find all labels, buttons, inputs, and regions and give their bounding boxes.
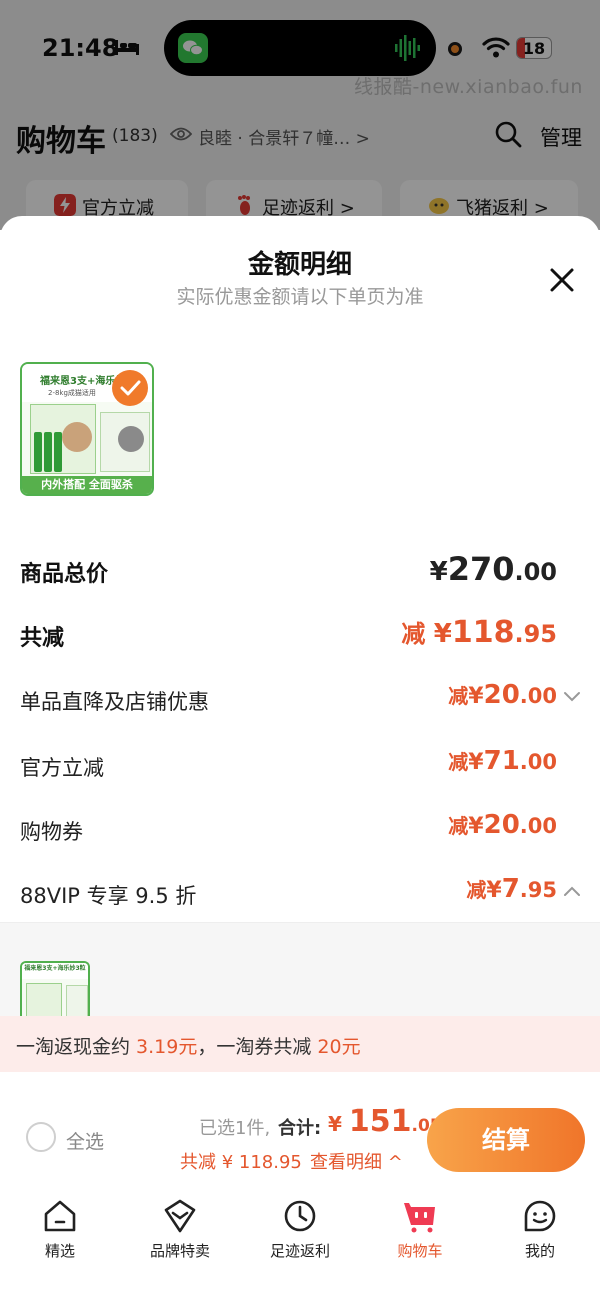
amount-decimal: .00 [519,684,557,708]
thumb-footer-banner: 内外搭配 全面驱杀 [22,476,152,494]
sheet-title: 金额明细 [247,250,352,280]
thumb-product-subtitle: 2-8kg成猫适用 [48,389,96,397]
select-all-label[interactable]: 全选 [66,1127,104,1154]
product-mini-thumbnail: 福来恩3支+海乐妙3粒 [20,961,90,1021]
row-store-discount[interactable]: 单品直降及店铺优惠 减¥20.00 [0,680,600,724]
tab-footprint[interactable]: 足迹返利 [240,1198,360,1268]
cashback-text-part: ，一淘券共减 [197,1036,318,1058]
vip-item-detail: 福来恩3支+海乐妙3粒 [0,922,600,1021]
tab-label: 足迹返利 [269,1242,330,1260]
row-label: 商品总价 [20,562,109,587]
row-label: 共减 [20,626,65,651]
row-official-discount: 官方立减 减¥71.00 [0,746,600,790]
home-icon [44,1200,76,1232]
discount-prefix: 减 [448,684,469,708]
row-subtotal: 商品总价 ¥270.00 [0,550,600,594]
official-discount-value: 减¥71.00 [448,746,557,776]
amount-integer: 20 [483,810,520,840]
mini-thumb-title: 福来恩3支+海乐妙3粒 [22,963,88,979]
tab-profile[interactable]: 我的 [480,1198,600,1268]
cashback-amount: 3.19元 [136,1036,198,1058]
checkout-bar: 全选 已选1件, 合计: ¥ 151.05 共减 ¥ 118.95 查看明细 ^… [0,1072,600,1176]
row-shopping-voucher: 购物券 减¥20.00 [0,810,600,854]
store-discount-value: 减¥20.00 [448,680,557,710]
voucher-discount-value: 减¥20.00 [448,810,557,840]
view-detail-link[interactable]: 查看明细 ^ [310,1148,403,1174]
amount-integer: 20 [483,680,520,710]
row-label: 官方立减 [20,756,104,780]
tab-featured[interactable]: 精选 [0,1198,120,1268]
currency-symbol: ¥ [468,750,484,775]
product-tube-image [54,432,62,472]
cat-image [62,422,92,452]
bottom-tab-bar: 精选 品牌特卖 足迹返利 购物车 我的 [0,1176,600,1304]
amount-integer: 151 [348,1104,412,1139]
row-88vip-discount[interactable]: 88VIP 专享 9.5 折 减¥7.95 [0,874,600,918]
product-thumbnail[interactable]: 福来恩3支+海乐妙3 2-8kg成猫适用 内外搭配 全面驱杀 [20,362,154,496]
chevron-up-icon[interactable] [562,884,582,898]
cashback-text: 一淘返现金约 3.19元，一淘券共减 20元 [16,1032,361,1059]
amount-integer: 71 [483,746,520,776]
tab-label: 精选 [44,1242,75,1260]
product-tube-image [44,432,52,472]
discount-prefix: 减 [401,620,434,648]
amount-integer: 7 [501,874,520,904]
profile-icon [524,1200,556,1232]
discount-prefix: 减 [448,750,469,774]
amount-decimal: .00 [514,558,557,586]
discount-prefix: 减 [448,814,469,838]
currency-symbol: ¥ [468,814,484,839]
product-box-image [26,983,62,1019]
total-label: 合计: [278,1118,322,1139]
amount-integer: 118 [451,615,515,650]
selected-count: 已选1件, [199,1118,271,1139]
amount-decimal: .00 [519,814,557,838]
currency-symbol: ¥ [433,619,452,649]
currency-symbol: ¥ [429,557,448,587]
chevron-down-icon[interactable] [562,690,582,704]
row-label: 88VIP 专享 9.5 折 [20,884,197,908]
currency-symbol: ¥ [486,878,502,903]
product-box-image [66,985,88,1017]
currency-symbol: ¥ [468,684,484,709]
cart-icon [404,1203,435,1233]
amount-integer: 270 [447,550,515,588]
row-total-discount: 共减 减 ¥118.95 [0,614,600,658]
discount-prefix: 减 [466,878,487,902]
vip-discount-value: 减¥7.95 [466,874,557,904]
currency-symbol: ¥ [328,1112,349,1136]
checkout-button[interactable]: 结算 [427,1108,585,1172]
amount-detail-sheet: 金额明细 实际优惠金额请以下单页为准 福来恩3支+海乐妙3 2-8kg成猫适用 … [0,216,600,1304]
cashback-text-part: 一淘返现金约 [16,1036,137,1058]
amount-decimal: .95 [514,620,557,648]
amount-decimal: .00 [519,750,557,774]
heart-badge-icon [164,1199,196,1233]
cat-image [118,426,144,452]
modal-overlay[interactable] [0,0,600,230]
tab-brand-sale[interactable]: 品牌特卖 [120,1198,240,1268]
total-discount-value: 减 ¥118.95 [401,614,557,650]
saved-amount: 共减 ¥ 118.95 [180,1152,302,1173]
sheet-subtitle: 实际优惠金额请以下单页为准 [176,286,424,308]
row-label: 单品直降及店铺优惠 [20,690,209,714]
total-amount: ¥ 151.05 [328,1104,442,1139]
tab-cart[interactable]: 购物车 [360,1198,480,1268]
cashback-banner: 一淘返现金约 3.19元，一淘券共减 20元 [0,1016,600,1072]
product-tube-image [34,432,42,472]
close-icon[interactable] [542,260,582,300]
selected-check-icon[interactable] [112,370,148,406]
tab-label: 购物车 [397,1242,443,1260]
row-label: 购物券 [20,820,83,844]
coupon-amount: 20元 [317,1036,361,1058]
select-all-radio[interactable] [26,1122,56,1152]
tab-label: 我的 [524,1242,555,1260]
amount-decimal: .95 [519,878,557,902]
tab-label: 品牌特卖 [149,1242,210,1260]
subtotal-value: ¥270.00 [430,550,557,588]
clock-icon [284,1200,316,1232]
